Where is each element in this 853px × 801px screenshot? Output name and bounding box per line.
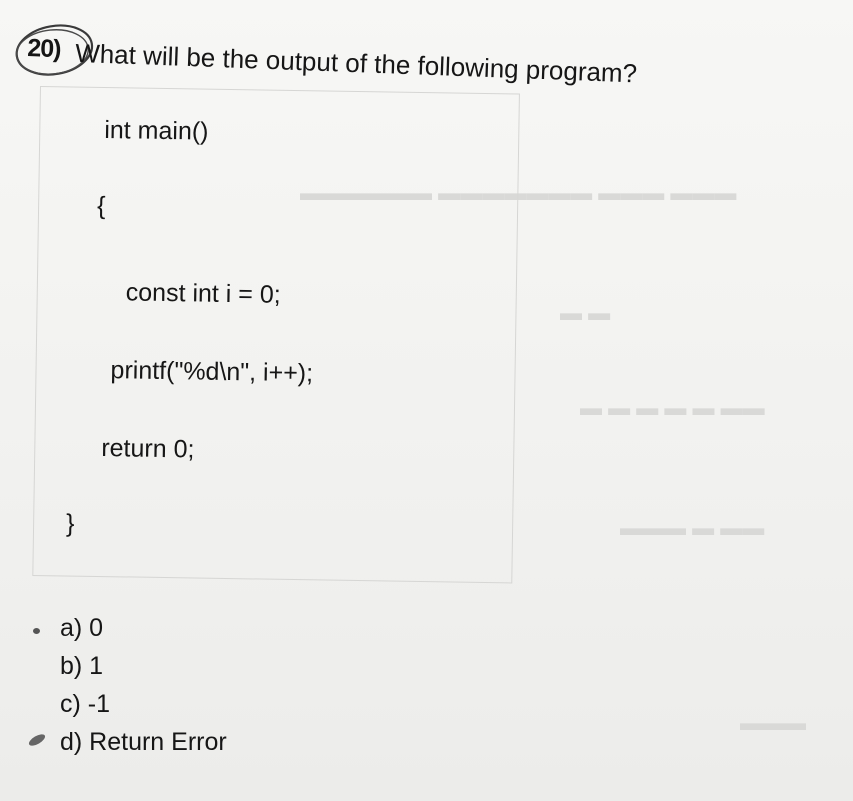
code-line: const int i = 0; (125, 278, 281, 309)
pencil-dot-icon (33, 628, 40, 634)
code-line: int main() (104, 116, 209, 146)
code-line: printf("%d\n", i++); (110, 356, 314, 388)
bleed-through-text: ▬▬ ▬ ▬ ▬ ▬ ▬ (580, 395, 765, 420)
pencil-tick-icon (27, 732, 47, 748)
question-number: 20) (26, 34, 62, 64)
question-text: What will be the output of the following… (74, 37, 638, 89)
option-b: b) 1 (60, 652, 104, 680)
exam-page: ▬▬▬ ▬▬▬ ▬▬▬▬▬▬▬ ▬▬▬▬▬▬ ▬ ▬ ▬▬ ▬ ▬ ▬ ▬ ▬ … (0, 0, 853, 801)
code-block: int main() { const int i = 0; printf("%d… (32, 86, 520, 584)
code-line: return 0; (101, 434, 195, 464)
bleed-through-text: ▬ ▬ (560, 300, 611, 325)
bleed-through-text: ▬▬ ▬ ▬▬▬ (620, 515, 765, 540)
option-c: c) -1 (60, 690, 110, 718)
bleed-through-text: ▬▬▬ (740, 710, 806, 735)
option-a: a) 0 (60, 614, 104, 642)
code-line: { (96, 191, 106, 221)
option-d: d) Return Error (60, 728, 227, 756)
code-line: } (65, 509, 75, 538)
